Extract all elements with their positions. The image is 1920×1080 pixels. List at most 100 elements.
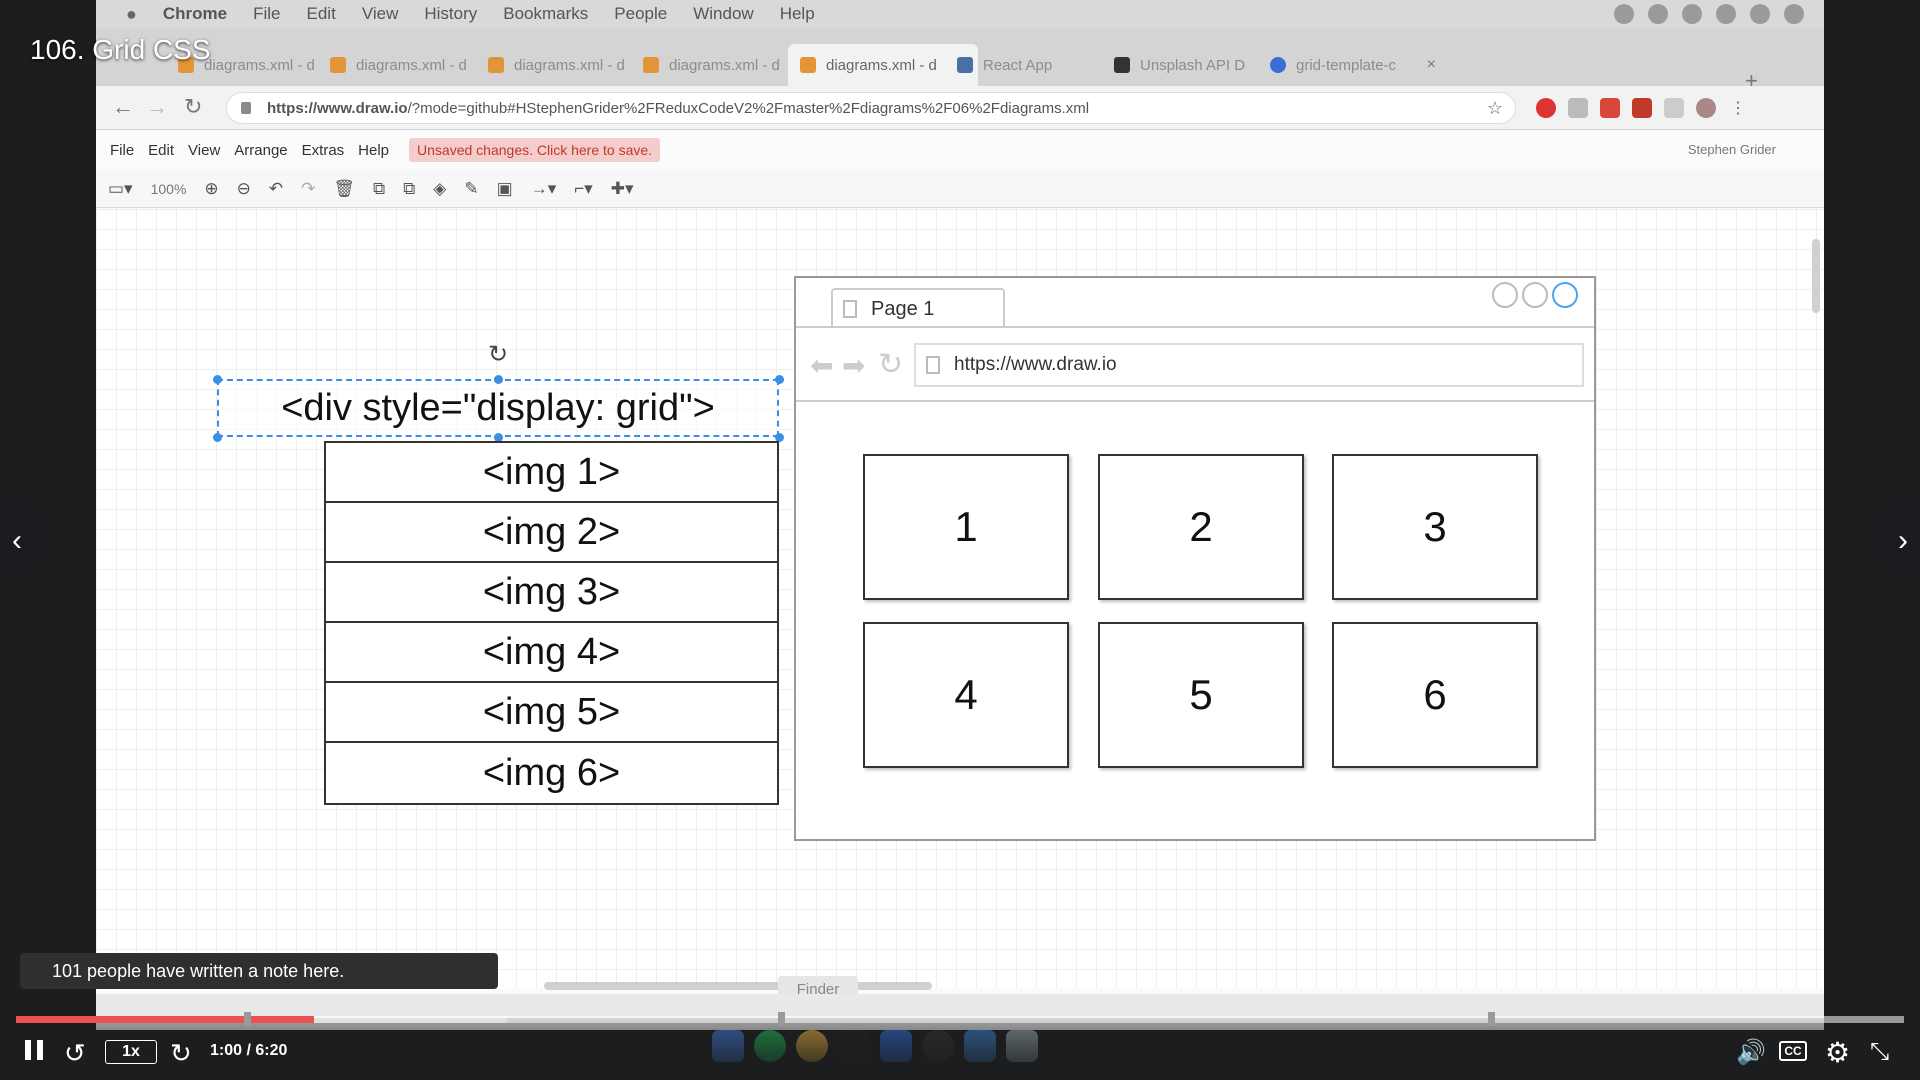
profile-avatar-icon: [1696, 98, 1716, 118]
chrome-tab: grid-template-c ×: [1258, 44, 1448, 86]
zoom-out-icon: ⊖: [236, 178, 251, 198]
status-icon: [1614, 4, 1634, 24]
img-item: <img 6>: [482, 751, 621, 794]
mac-status-icons: [1614, 4, 1804, 24]
fill-color-icon: ◈: [433, 178, 447, 198]
shadow-icon: ▣: [496, 178, 513, 198]
drawio-favicon-icon: [488, 57, 504, 73]
playback-speed-button[interactable]: 1x: [105, 1040, 157, 1064]
back-arrow-icon: ⬅: [810, 350, 834, 381]
menubar-bookmarks: Bookmarks: [503, 4, 589, 23]
wifi-icon: [1682, 4, 1702, 24]
img-item: <img 2>: [326, 503, 777, 563]
drawio-user: Stephen Grider: [1687, 142, 1776, 157]
drawio-menu-file: File: [110, 141, 135, 159]
chevron-right-icon: ›: [1898, 524, 1908, 557]
selection-handle: [213, 433, 222, 442]
settings-button[interactable]: ⚙: [1825, 1036, 1850, 1069]
forward-button[interactable]: ↻: [170, 1038, 192, 1069]
browser-mockup: Page 1 ⬅ ➡ ↻ https://www.draw.io 1 2 3 4…: [794, 276, 1596, 841]
rewind-5s-icon: ↺: [64, 1038, 86, 1068]
note-bookmark[interactable]: [1488, 1012, 1495, 1026]
url-path: /?mode=github#HStephenGrider%2FReduxCode…: [407, 99, 1090, 117]
more-vert-icon: ⋮: [1730, 100, 1746, 117]
to-back-icon: ⧉: [403, 178, 416, 198]
horizontal-scrollbar: [544, 982, 932, 990]
star-icon: ☆: [1486, 97, 1503, 118]
img-item: <img 5>: [326, 683, 777, 743]
drawio-menu-arrange: Arrange: [234, 141, 288, 159]
camera-icon: [1114, 57, 1130, 73]
grid-cell: 4: [863, 622, 1069, 768]
reload-icon: ↻: [184, 94, 203, 119]
grid-cell: 2: [1098, 454, 1304, 600]
pause-icon: [22, 1039, 46, 1065]
selection-handle: [494, 375, 503, 384]
img-item: <img 1>: [326, 443, 777, 503]
mock-tab: Page 1: [831, 288, 1005, 328]
forward-arrow-icon: →: [146, 94, 168, 119]
page-icon: [926, 356, 940, 374]
chevron-left-icon: ‹: [12, 524, 22, 557]
drawio-menu-edit: Edit: [148, 141, 175, 159]
grid-container-box: <div style="display: grid">: [217, 379, 779, 437]
extension-icon: [1632, 98, 1652, 118]
volume-button[interactable]: 🔊: [1736, 1038, 1766, 1067]
exit-fullscreen-icon: ⤡: [1870, 1038, 1890, 1065]
divider: [796, 400, 1594, 402]
previous-lecture-button[interactable]: ‹: [0, 510, 34, 572]
battery-icon: [1716, 4, 1736, 24]
redo-icon: ↷: [301, 178, 316, 198]
connection-icon: →▾: [530, 178, 557, 198]
drawio-menu-extras: Extras: [301, 141, 345, 159]
rewind-button[interactable]: ↺: [64, 1038, 86, 1069]
circle-icon: [1522, 282, 1548, 308]
undo-icon: ↶: [268, 178, 284, 198]
gear-icon: ⚙: [1825, 1037, 1851, 1068]
drawio-canvas: ↻ <div style="display: grid"> <img 1> <i…: [96, 209, 1824, 1002]
menubar-history: History: [424, 4, 478, 23]
forward-5s-icon: ↻: [170, 1038, 192, 1068]
lock-icon: [241, 102, 251, 114]
extension-icons: ⋮: [1536, 98, 1748, 118]
progress-bar[interactable]: [16, 1012, 1904, 1026]
time-display: 1:00 / 6:20: [210, 1042, 288, 1059]
opera-icon: [1536, 98, 1556, 118]
exit-fullscreen-button[interactable]: ⤡: [1870, 1038, 1889, 1066]
menubar-app: Chrome: [162, 4, 228, 23]
menubar-window: Window: [693, 4, 754, 23]
note-bookmark[interactable]: [244, 1012, 251, 1026]
format-panel-icon: ▭▾: [108, 178, 133, 198]
pause-button[interactable]: [22, 1039, 46, 1065]
notes-toast[interactable]: 101 people have written a note here.: [20, 953, 498, 989]
grid-cell: 1: [863, 454, 1069, 600]
volume-icon: 🔊: [1736, 1039, 1766, 1066]
recorded-screen[interactable]: ● Chrome File Edit View History Bookmark…: [96, 0, 1824, 1030]
insert-icon: ✚▾: [610, 178, 634, 198]
chrome-toolbar: ← → ↻ https://www.draw.io/?mode=github#H…: [96, 86, 1824, 130]
mdn-favicon-icon: [1270, 57, 1286, 73]
drawio-menu-view: View: [188, 141, 221, 159]
status-icon: [1648, 4, 1668, 24]
delete-icon: 🗑: [333, 178, 356, 198]
img-list: <img 1> <img 2> <img 3> <img 4> <img 5> …: [324, 441, 779, 805]
drawio-menu-help: Help: [358, 141, 390, 159]
divider: [796, 326, 1594, 328]
zoom-level: 100%: [150, 180, 187, 197]
close-icon: ×: [1426, 56, 1436, 73]
mock-url-bar: https://www.draw.io: [914, 343, 1584, 387]
mac-menubar: ● Chrome File Edit View History Bookmark…: [96, 0, 1824, 28]
extension-icon: [1664, 98, 1684, 118]
circle-icon: [1552, 282, 1578, 308]
player-controls: ↺ 1x ↻ 1:00 / 6:20 🔊 CC ⚙ ⤡: [0, 1032, 1920, 1072]
captions-button[interactable]: CC: [1779, 1041, 1807, 1061]
window-buttons: [1492, 282, 1578, 308]
waypoints-icon: ⌐▾: [574, 178, 593, 198]
apple-icon: ●: [126, 3, 137, 24]
drawio-menubar: File Edit View Arrange Extras Help Unsav…: [96, 130, 1824, 170]
next-lecture-button[interactable]: ›: [1886, 510, 1920, 572]
drawio-favicon-icon: [330, 57, 346, 73]
selection-handle: [775, 375, 784, 384]
note-bookmark[interactable]: [778, 1012, 785, 1026]
reload-icon: ↻: [878, 348, 904, 381]
